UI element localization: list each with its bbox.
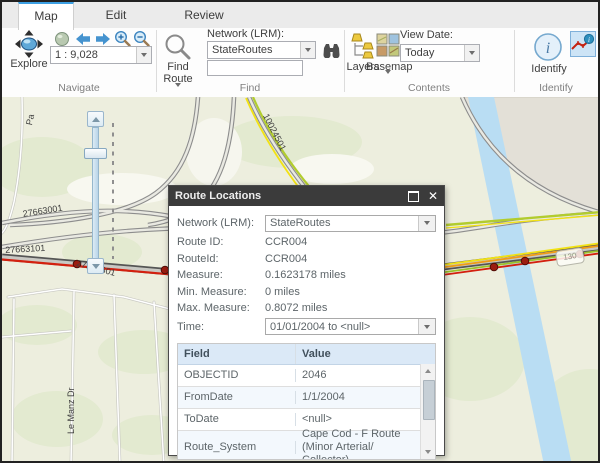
scroll-down-icon[interactable] [421, 445, 435, 459]
view-date-combobox[interactable]: Today [400, 44, 480, 62]
slider-zoom-out-button[interactable] [87, 258, 104, 274]
field-label: Max. Measure: [177, 302, 265, 314]
table-header: Field Value [178, 344, 435, 365]
zoom-slider-ticks [112, 123, 114, 259]
app-window: Map Edit Review Explore [0, 0, 600, 463]
field-value: 0 miles [265, 286, 300, 298]
ribbon: Map Edit Review Explore [2, 2, 598, 99]
dialog-title: Route Locations [175, 190, 408, 202]
find-route-input[interactable] [207, 60, 303, 76]
dialog-body: Network (LRM): StateRoutes Route ID: CCR… [169, 206, 444, 460]
time-select[interactable]: 01/01/2004 to <null> [265, 318, 436, 335]
chevron-down-icon[interactable] [418, 319, 435, 334]
route-info-icon: i [571, 32, 595, 56]
field-label: Network (LRM): [177, 217, 265, 229]
attributes-table: Field Value OBJECTID 2046 FromDate 1/1/2… [177, 343, 436, 460]
explore-icon [14, 29, 44, 59]
table-row[interactable]: Route_System Cape Cod - F Route (Minor A… [178, 431, 435, 460]
identify-button[interactable]: i [533, 32, 563, 67]
slider-zoom-in-button[interactable] [87, 111, 104, 127]
chevron-down-icon[interactable] [464, 45, 479, 61]
arrow-right-icon [94, 31, 112, 47]
field-label: Measure: [177, 269, 265, 281]
group-label-find: Find [156, 82, 344, 94]
network-lrm-label: Network (LRM): [207, 28, 284, 40]
field-label: RouteId: [177, 253, 265, 265]
field-label: Time: [177, 321, 265, 333]
binoculars-icon [322, 42, 341, 58]
view-date-label: View Date: [400, 29, 453, 41]
field-label: Route ID: [177, 236, 265, 248]
dialog-titlebar[interactable]: Route Locations ✕ [169, 186, 444, 206]
group-label-navigate: Navigate [2, 82, 156, 94]
svg-text:i: i [546, 40, 550, 57]
table-body: OBJECTID 2046 FromDate 1/1/2004 ToDate <… [178, 365, 435, 460]
field-row: Network (LRM): StateRoutes [177, 214, 436, 232]
route-locations-dialog: Route Locations ✕ Network (LRM): StateRo… [168, 185, 445, 456]
svg-text:i: i [588, 36, 590, 44]
group-label-identify: Identify [514, 82, 598, 94]
table-row[interactable]: OBJECTID 2046 [178, 365, 435, 387]
field-row: Measure: 0.1623178 miles [177, 267, 436, 284]
network-lrm-value: StateRoutes [208, 44, 300, 56]
field-row: Min. Measure: 0 miles [177, 284, 436, 301]
scrollbar-thumb[interactable] [423, 380, 435, 420]
identify-route-locations-button[interactable]: i [570, 31, 596, 57]
road-label: 27663101 [5, 243, 46, 255]
arrow-left-icon [74, 31, 92, 47]
column-header-field: Field [178, 344, 296, 364]
zoom-slider-handle[interactable] [84, 148, 107, 159]
explore-label: Explore [4, 58, 54, 70]
basemap-button[interactable] [376, 33, 401, 63]
table-row[interactable]: FromDate 1/1/2004 [178, 387, 435, 409]
field-row: Max. Measure: 0.8072 miles [177, 300, 436, 317]
zoom-in-icon [114, 30, 131, 47]
find-binoculars-button[interactable] [322, 42, 341, 63]
basemap-icon [376, 33, 401, 58]
identify-label: Identify [530, 63, 568, 75]
close-icon[interactable]: ✕ [428, 190, 438, 202]
field-label: Min. Measure: [177, 286, 265, 298]
map-scale-combobox[interactable]: 1 : 9,028 [50, 46, 152, 64]
field-value: 0.8072 miles [265, 302, 327, 314]
magnifier-icon [163, 32, 193, 62]
field-row: Time: 01/01/2004 to <null> [177, 318, 436, 336]
zoom-out-icon [133, 30, 150, 47]
tab-review[interactable]: Review [160, 2, 248, 28]
field-value: CCR004 [265, 236, 307, 248]
chevron-down-icon[interactable] [136, 47, 151, 63]
layers-icon [351, 33, 376, 60]
identify-icon: i [533, 32, 563, 62]
chevron-down-icon[interactable] [300, 42, 315, 58]
zoom-slider-track[interactable] [92, 127, 99, 259]
field-row: Route ID: CCR004 [177, 234, 436, 251]
group-label-contents: Contents [344, 82, 514, 94]
table-scrollbar[interactable] [420, 364, 435, 459]
scroll-up-icon[interactable] [421, 364, 435, 378]
network-lrm-combobox[interactable]: StateRoutes [207, 41, 316, 59]
ribbon-tab-bar: Map Edit Review [2, 2, 598, 28]
view-date-value: Today [401, 47, 464, 59]
field-row: RouteId: CCR004 [177, 251, 436, 268]
tab-map[interactable]: Map [18, 2, 74, 30]
street-label: Le Manz Dr [66, 387, 76, 434]
field-value: CCR004 [265, 253, 307, 265]
field-value: 0.1623178 miles [265, 269, 346, 281]
column-header-value: Value [296, 344, 420, 364]
globe-icon [54, 31, 70, 47]
tab-edit[interactable]: Edit [72, 2, 160, 28]
maximize-icon[interactable] [408, 191, 419, 202]
network-select[interactable]: StateRoutes [265, 215, 436, 232]
find-route-label-line1: Find [158, 61, 198, 73]
chevron-down-icon[interactable] [418, 216, 435, 231]
map-scale-value: 1 : 9,028 [51, 49, 136, 61]
